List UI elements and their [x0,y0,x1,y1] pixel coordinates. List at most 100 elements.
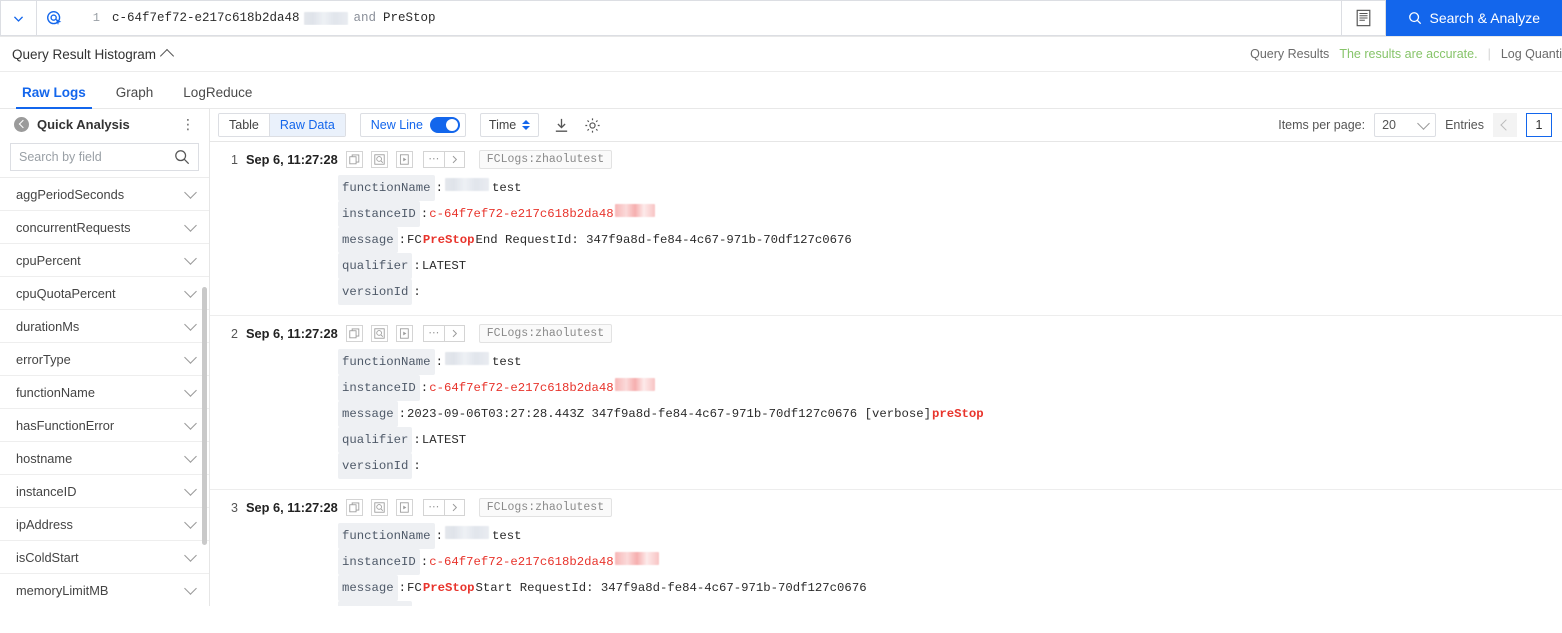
back-circle-icon[interactable] [14,116,29,132]
copy-icon[interactable] [345,499,363,516]
field-item-aggPeriodSeconds[interactable]: aggPeriodSeconds [0,178,209,211]
magnify-icon[interactable] [370,325,388,342]
pagination: Items per page: 20 Entries 1 [1278,113,1552,137]
expand-icon[interactable] [443,499,465,516]
field-value-highlight: PreStop [422,233,475,247]
sidebar-scrollbar[interactable] [202,287,207,545]
log-field-instanceID: instanceID: c-64f7ef72-e217c618b2da48 [338,549,1562,575]
field-item-functionName[interactable]: functionName [0,376,209,409]
view-mode-table[interactable]: Table [219,114,269,136]
field-item-concurrentRequests[interactable]: concurrentRequests [0,211,209,244]
chevron-down-icon[interactable] [0,0,36,36]
more-vertical-icon[interactable]: ⋮ [179,117,197,131]
field-value: c-64f7ef72-e217c618b2da48 [429,207,614,221]
query-keyword: PreStop [383,11,436,25]
new-line-toggle[interactable]: New Line [359,113,466,137]
page-number-input[interactable]: 1 [1526,113,1552,137]
log-timestamp: Sep 6, 11:27:28 [246,326,338,341]
tab-graph[interactable]: Graph [116,85,154,108]
row-extra-actions: ⋯ [422,325,465,342]
time-sort-select[interactable]: Time [479,113,540,137]
field-list: aggPeriodSeconds concurrentRequests cpuP… [0,177,209,606]
field-item-instanceID[interactable]: instanceID [0,475,209,508]
magnify-icon[interactable] [370,151,388,168]
field-label: cpuPercent [16,252,81,268]
histogram-title-label: Query Result Histogram [12,46,157,62]
field-item-memoryLimitMB[interactable]: memoryLimitMB [0,574,209,606]
query-doc-icon[interactable] [1342,0,1387,36]
query-target-icon[interactable] [36,0,72,36]
log-source-tag[interactable]: FCLogs:zhaolutest [478,324,613,343]
more-icon[interactable]: ⋯ [422,499,444,516]
field-search-row [10,143,199,171]
chevron-up-icon [159,48,175,63]
field-key: message [338,227,398,253]
search-icon[interactable] [166,144,198,170]
field-label: errorType [16,351,71,367]
query-results-label: Query Results [1250,47,1330,61]
field-value-redaction [614,204,655,217]
query-bar: 1 c-64f7ef72-e217c618b2da48 and PreStop Se… [0,0,1562,37]
field-value: test [491,529,522,543]
field-value: c-64f7ef72-e217c618b2da48 [429,555,614,569]
expand-icon[interactable] [443,151,465,168]
query-value-prefix: c-64f7ef72-e217c618b2da48 [112,11,300,25]
field-key: functionName [338,523,435,549]
chevron-down-icon [184,548,197,562]
field-value: test [491,181,522,195]
copy-icon[interactable] [345,325,363,342]
field-item-durationMs[interactable]: durationMs [0,310,209,343]
field-item-ipAddress[interactable]: ipAddress [0,508,209,541]
chevron-down-icon [184,383,197,397]
log-field-instanceID: instanceID: c-64f7ef72-e217c618b2da48 [338,201,1562,227]
tab-logreduce[interactable]: LogReduce [183,85,252,108]
tab-raw-logs[interactable]: Raw Logs [16,85,92,109]
prev-page-button[interactable] [1493,113,1517,137]
log-timestamp: Sep 6, 11:27:28 [246,152,338,167]
context-icon[interactable] [395,499,413,516]
log-source-tag[interactable]: FCLogs:zhaolutest [478,498,613,517]
quick-analysis-header: Quick Analysis ⋮ [0,109,209,139]
copy-icon[interactable] [345,151,363,168]
magnify-icon[interactable] [370,499,388,516]
field-value-highlight: PreStop [422,581,475,595]
field-item-hostname[interactable]: hostname [0,442,209,475]
log-source-tag[interactable]: FCLogs:zhaolutest [478,150,613,169]
field-value-post: Start RequestId: 347f9a8d-fe84-4c67-971b… [475,581,867,595]
gear-icon[interactable] [584,117,601,134]
query-input[interactable]: 1 c-64f7ef72-e217c618b2da48 and PreStop [72,0,1343,36]
more-icon[interactable]: ⋯ [422,325,444,342]
expand-icon[interactable] [443,325,465,342]
view-mode-raw-data[interactable]: Raw Data [268,114,345,136]
field-item-isColdStart[interactable]: isColdStart [0,541,209,574]
field-key: versionId [338,279,413,305]
field-item-errorType[interactable]: errorType [0,343,209,376]
context-icon[interactable] [395,151,413,168]
field-value-pre: FC [407,581,422,595]
more-icon[interactable]: ⋯ [422,151,444,168]
context-icon[interactable] [395,325,413,342]
field-search-input[interactable] [11,144,166,170]
histogram-toggle[interactable]: Query Result Histogram [12,46,175,63]
field-item-hasFunctionError[interactable]: hasFunctionError [0,409,209,442]
field-item-cpuQuotaPercent[interactable]: cpuQuotaPercent [0,277,209,310]
query-operator: and [353,11,377,25]
log-entry: 3 Sep 6, 11:27:28 ⋯ FCLogs:zhaolutest fu… [210,490,1562,606]
field-label: instanceID [16,483,77,499]
field-label: memoryLimitMB [16,582,109,598]
search-analyze-button[interactable]: Search & Analyze [1386,0,1562,36]
log-entry: 1 Sep 6, 11:27:28 ⋯ FCLogs:zhaolutest fu… [210,142,1562,316]
field-key: instanceID [338,375,420,401]
field-label: concurrentRequests [16,219,131,235]
field-key: qualifier [338,253,413,279]
content-area: Quick Analysis ⋮ aggPeriodSeconds concur… [0,109,1562,606]
chevron-down-icon [184,482,197,496]
field-label: durationMs [16,318,80,334]
new-line-switch[interactable] [429,117,460,133]
field-item-cpuPercent[interactable]: cpuPercent [0,244,209,277]
items-per-page-select[interactable]: 20 [1374,113,1437,137]
result-tabs: Raw Logs Graph LogReduce [0,72,1562,109]
download-icon[interactable] [553,117,570,134]
log-field-versionId: versionId: [338,279,1562,305]
chevron-down-icon [184,350,197,364]
